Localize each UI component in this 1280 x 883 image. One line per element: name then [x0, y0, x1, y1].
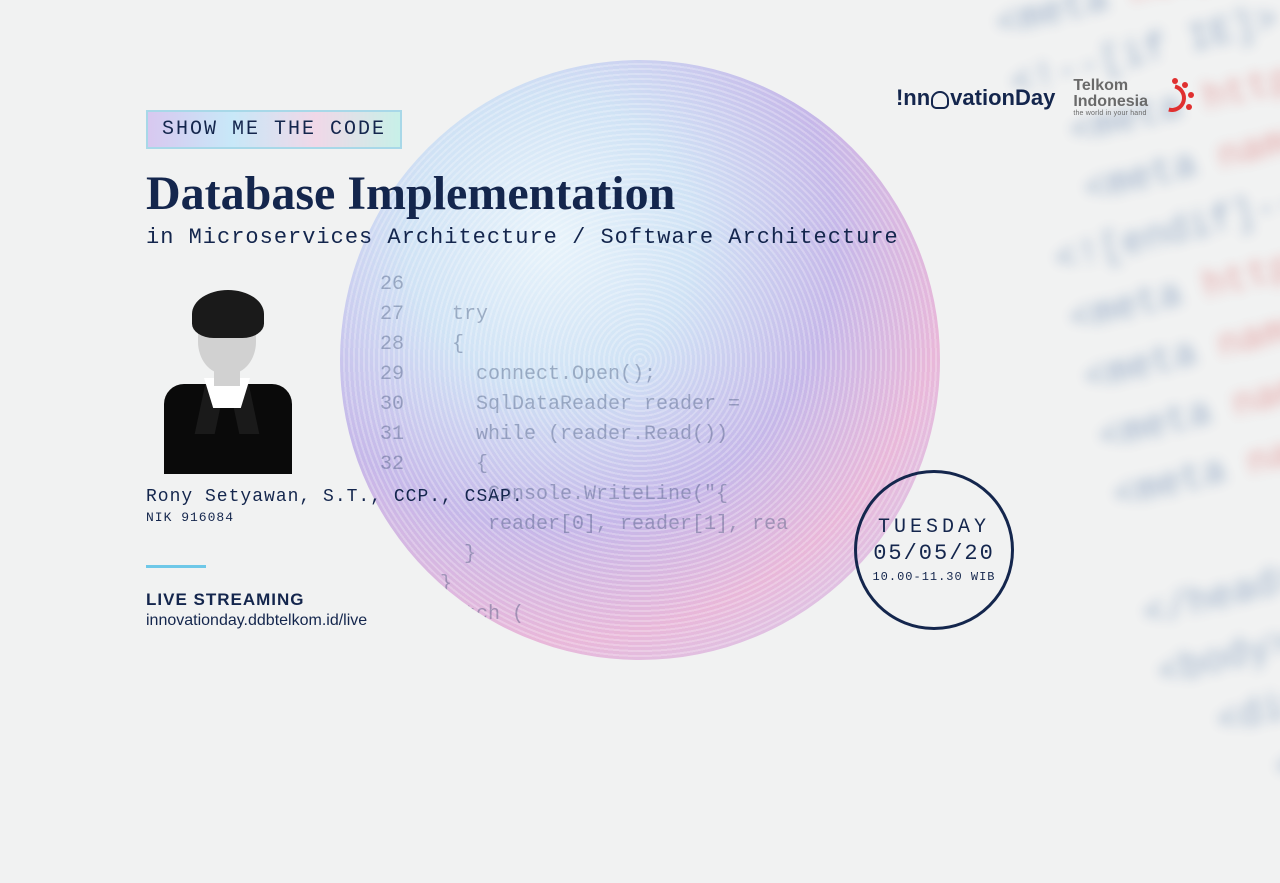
telkom-tagline: the world in your hand [1073, 110, 1148, 117]
background-code-texture: <meta http-equi <!--[if IE]> <meta http-… [990, 0, 1280, 883]
telkom-line-2: Indonesia [1073, 94, 1148, 110]
decorative-circle: 26 27 try 28 { 29 connect.Open(); 30 Sql… [340, 60, 940, 660]
schedule-day: TUESDAY [878, 516, 990, 539]
speaker-name: Rony Setyawan, S.T., CCP., CSAP. [146, 487, 524, 507]
event-series-tag: SHOW ME THE CODE [146, 110, 402, 149]
speaker-nik: NIK 916084 [146, 510, 234, 525]
live-streaming-label: LIVE STREAMING [146, 590, 305, 610]
innovation-day-logo: !nn vationDay [896, 85, 1055, 111]
schedule-date: 05/05/20 [873, 541, 995, 566]
telkom-swirl-icon [1154, 80, 1190, 116]
lightbulb-icon [931, 91, 949, 109]
speaker-photo [158, 292, 298, 472]
schedule-badge: TUESDAY 05/05/20 10.00-11.30 WIB [854, 470, 1014, 630]
schedule-time: 10.00-11.30 WIB [872, 570, 995, 584]
circle-code-texture: 26 27 try 28 { 29 connect.Open(); 30 Sql… [380, 270, 788, 660]
talk-subtitle: in Microservices Architecture / Software… [146, 225, 899, 250]
divider [146, 565, 206, 568]
logo-text-prefix: !nn [896, 85, 930, 111]
telkom-indonesia-logo: Telkom Indonesia the world in your hand [1073, 78, 1190, 117]
live-streaming-url: innovationday.ddbtelkom.id/live [146, 612, 367, 630]
telkom-line-1: Telkom [1073, 78, 1148, 94]
logo-row: !nn vationDay Telkom Indonesia the world … [896, 78, 1190, 117]
talk-title: Database Implementation [146, 166, 675, 221]
logo-text-suffix: vationDay [950, 85, 1055, 111]
